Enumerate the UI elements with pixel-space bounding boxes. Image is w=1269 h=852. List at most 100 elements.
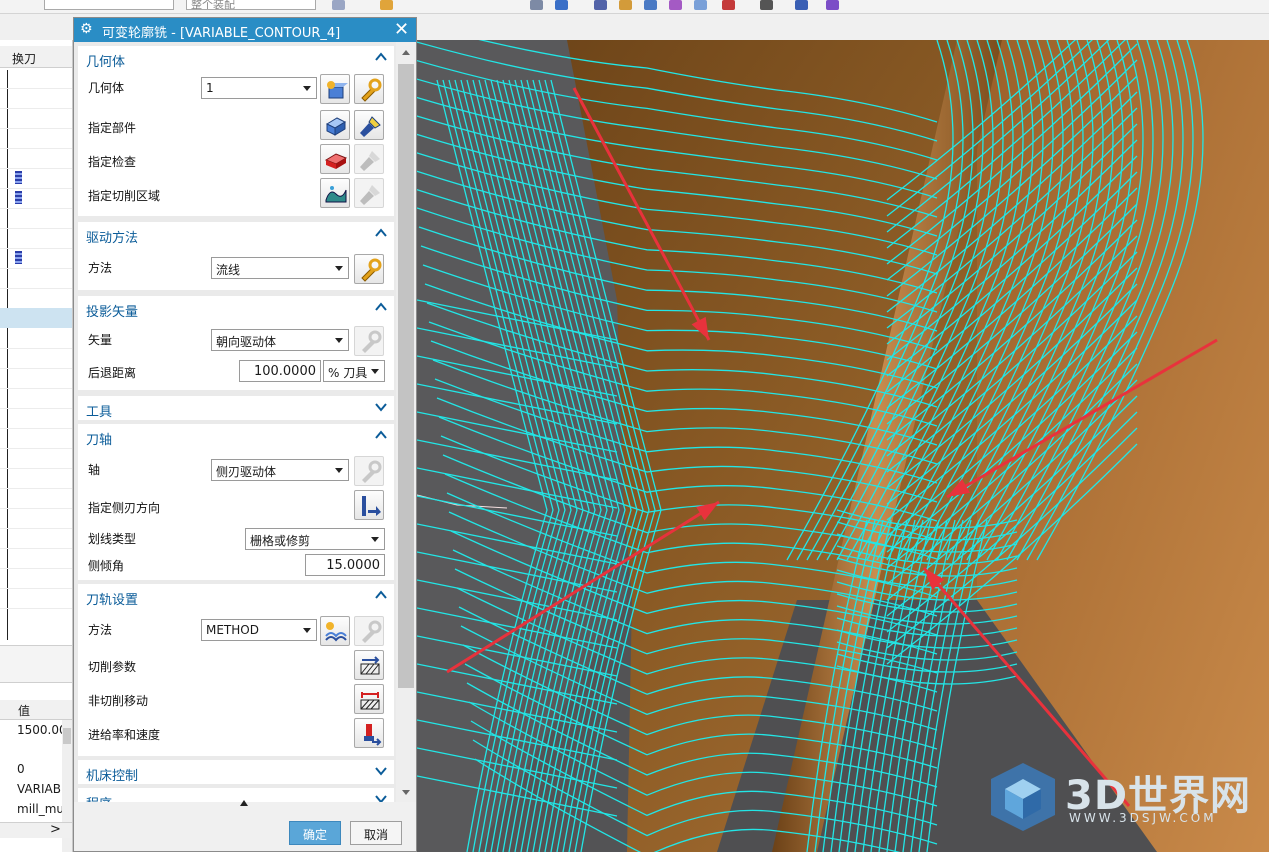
selected-operation-row[interactable]: [0, 308, 72, 328]
line-type-select[interactable]: 栅格或修剪: [245, 528, 385, 550]
tool-section-header[interactable]: 工具: [78, 396, 394, 420]
graphics-viewport[interactable]: [417, 40, 1269, 852]
section-title: 投影矢量: [86, 305, 139, 320]
row-separator: [0, 368, 72, 369]
display-check-button[interactable]: [354, 144, 384, 174]
tool-icon[interactable]: [694, 0, 707, 10]
flashlight-icon: [360, 116, 381, 137]
tool-change-icon: [15, 251, 22, 264]
geometry-select[interactable]: 1: [201, 77, 317, 99]
specify-side-direction-button[interactable]: [354, 490, 384, 520]
new-geometry-button[interactable]: [320, 74, 350, 104]
non-cut-moves-label: 非切削移动: [88, 694, 149, 708]
cube-icon[interactable]: [530, 0, 543, 10]
toolpath-scene[interactable]: [417, 40, 1269, 852]
scroll-thumb[interactable]: [63, 728, 71, 744]
geometry-section-header[interactable]: 几何体: [78, 46, 394, 72]
close-icon[interactable]: ✕: [394, 19, 409, 40]
chevron-down-icon[interactable]: [374, 792, 388, 802]
tool-change-column-header[interactable]: 换刀: [12, 50, 36, 67]
specify-cut-area-label: 指定切削区域: [88, 189, 161, 203]
refresh-icon[interactable]: [644, 0, 657, 10]
row-separator: [0, 448, 72, 449]
scroll-right-button[interactable]: >: [50, 822, 61, 837]
projection-vector-header[interactable]: 投影矢量: [78, 296, 394, 322]
non-cut-moves-icon: [360, 692, 380, 710]
dialog-scrollbar[interactable]: [396, 42, 416, 802]
machine-control-header[interactable]: 机床控制: [78, 760, 394, 784]
chevron-down-icon: [371, 537, 379, 542]
tilt-angle-label: 侧倾角: [88, 559, 125, 573]
edit-method-button[interactable]: [354, 616, 384, 646]
chevron-up-icon[interactable]: [374, 588, 388, 602]
row-separator: [0, 128, 72, 129]
path-settings-header[interactable]: 刀轨设置: [78, 584, 394, 610]
display-cut-area-button[interactable]: [354, 178, 384, 208]
paint-icon[interactable]: [826, 0, 839, 10]
tool-axis-header[interactable]: 刀轴: [78, 424, 394, 450]
ok-button[interactable]: 确定: [289, 821, 341, 845]
vector-select[interactable]: 朝向驱动体: [211, 329, 349, 351]
retract-unit-select[interactable]: % 刀具: [323, 360, 385, 382]
chevron-down-icon[interactable]: [374, 400, 388, 414]
chevron-up-icon[interactable]: [374, 226, 388, 240]
chevron-down-icon[interactable]: [374, 764, 388, 778]
scroll-down-icon[interactable]: [402, 790, 410, 795]
select-cut-area-button[interactable]: [320, 178, 350, 208]
row-separator: [0, 108, 72, 109]
feeds-speeds-button[interactable]: [354, 718, 384, 748]
layer-icon[interactable]: [760, 0, 773, 10]
tool-change-icon: [15, 191, 22, 204]
cancel-button[interactable]: 取消: [350, 821, 402, 845]
analysis-icon[interactable]: [594, 0, 607, 10]
row-separator: [0, 208, 72, 209]
solid-cube-icon[interactable]: [555, 0, 568, 10]
select-icon[interactable]: [380, 0, 393, 10]
line-type-value: 栅格或修剪: [250, 534, 311, 548]
horizontal-scrollbar[interactable]: >: [0, 822, 72, 838]
wrench-icon: [362, 460, 382, 483]
retract-distance-input[interactable]: 100.0000: [239, 360, 321, 382]
drive-method-select[interactable]: 流线: [211, 257, 349, 279]
panel-splitter[interactable]: [0, 645, 72, 683]
view-icon[interactable]: [795, 0, 808, 10]
retract-unit-value: % 刀具: [328, 366, 368, 380]
edit-axis-button[interactable]: [354, 456, 384, 486]
non-cut-moves-button[interactable]: [354, 684, 384, 714]
edit-icon[interactable]: [669, 0, 682, 10]
new-method-button[interactable]: [320, 616, 350, 646]
dialog-title-bar[interactable]: ⚙ 可变轮廓铣 - [VARIABLE_CONTOUR_4] ✕: [74, 18, 416, 42]
edit-drive-method-button[interactable]: [354, 254, 384, 284]
edit-vector-button[interactable]: [354, 326, 384, 356]
assembly-scope-combo[interactable]: 整个装配: [186, 0, 316, 10]
select-check-button[interactable]: [320, 144, 350, 174]
display-icon[interactable]: [619, 0, 632, 10]
drive-method-label: 方法: [88, 261, 113, 275]
filter-combo[interactable]: [44, 0, 174, 10]
path-method-select[interactable]: METHOD: [201, 619, 317, 641]
snap-icon[interactable]: [332, 0, 345, 10]
row-separator: [0, 488, 72, 489]
retract-distance-label: 后退距离: [88, 366, 137, 380]
cut-params-button[interactable]: [354, 650, 384, 680]
scroll-thumb[interactable]: [398, 64, 414, 688]
display-part-button[interactable]: [354, 110, 384, 140]
chevron-up-icon[interactable]: [374, 428, 388, 442]
table-icon[interactable]: [722, 0, 735, 10]
collapse-icon[interactable]: [240, 800, 248, 806]
projection-vector-section: 投影矢量 矢量 朝向驱动体 后退距离 100.0000 % 刀具: [78, 296, 394, 390]
select-part-button[interactable]: [320, 110, 350, 140]
drive-method-header[interactable]: 驱动方法: [78, 222, 394, 248]
tilt-angle-input[interactable]: 15.0000: [305, 554, 385, 576]
chevron-up-icon[interactable]: [374, 300, 388, 314]
side-direction-label: 指定侧刃方向: [88, 501, 161, 515]
axis-select[interactable]: 侧刃驱动体: [211, 459, 349, 481]
edit-geometry-button[interactable]: [354, 74, 384, 104]
flashlight-icon: [360, 185, 380, 205]
new-geometry-icon: [327, 81, 348, 99]
scroll-up-icon[interactable]: [402, 50, 410, 55]
row-separator: [0, 548, 72, 549]
chevron-up-icon[interactable]: [374, 50, 388, 64]
program-header[interactable]: 程序: [78, 788, 394, 802]
row-separator: [0, 568, 72, 569]
